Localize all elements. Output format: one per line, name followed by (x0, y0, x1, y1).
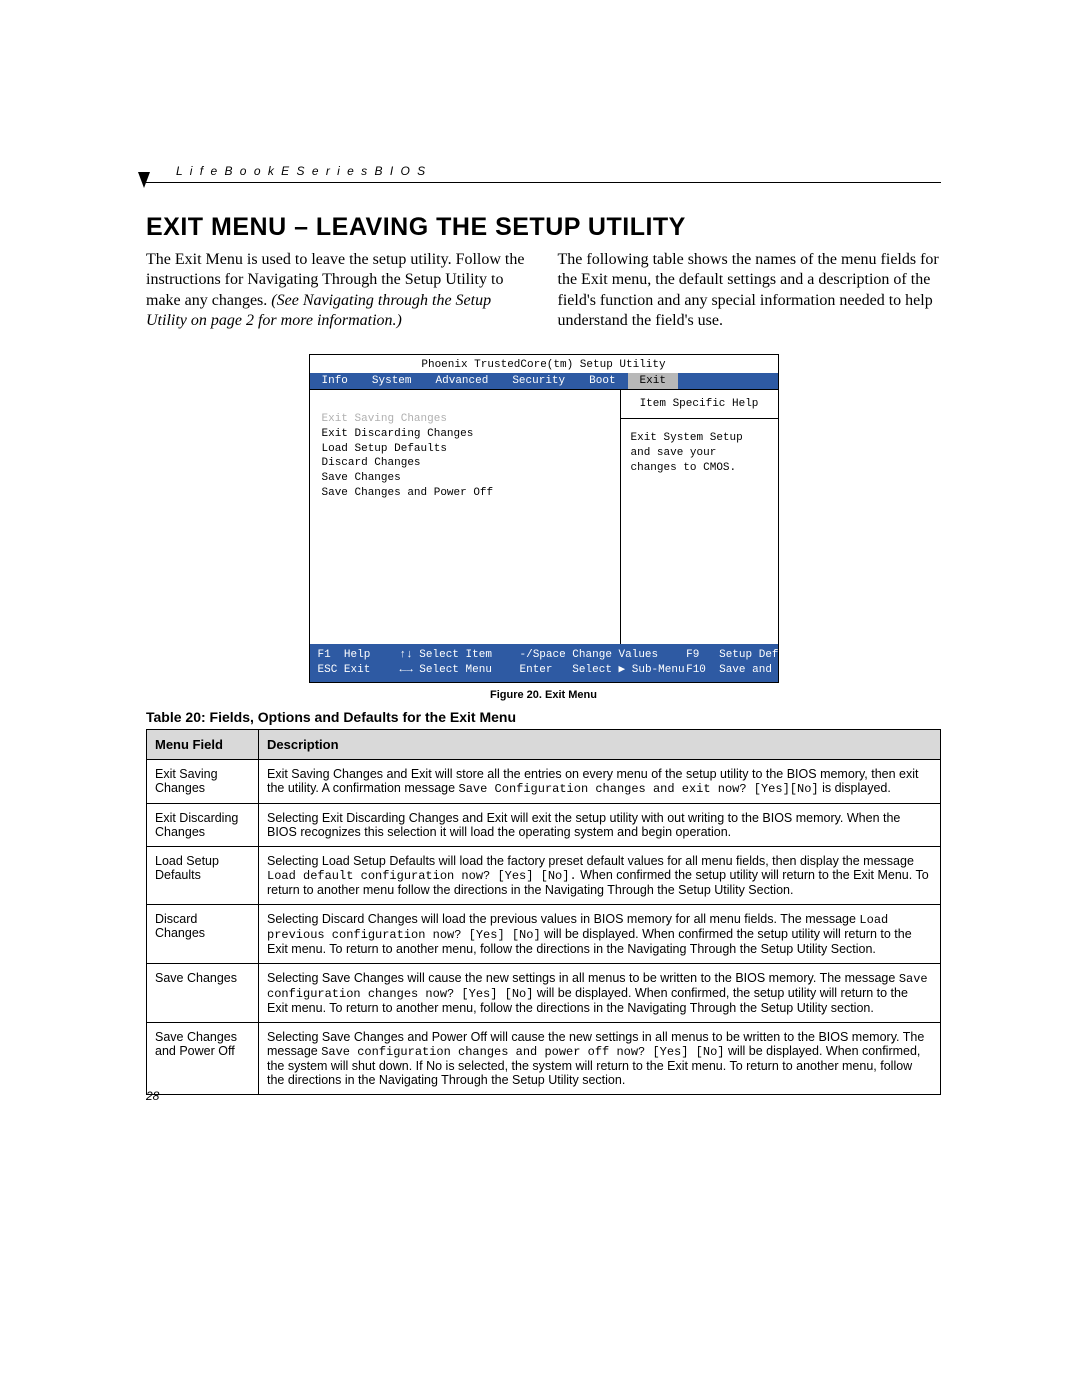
bios-help-title: Item Specific Help (621, 390, 778, 419)
figure-caption: Figure 20. Exit Menu (309, 689, 779, 701)
bios-tab-exit: Exit (628, 373, 678, 389)
options-table: Menu Field Description Exit Saving Chang… (146, 729, 941, 1095)
intro-right: The following table shows the names of t… (558, 250, 942, 332)
running-header: L i f e B o o k E S e r i e s B I O S (146, 158, 941, 183)
bios-tab-info: Info (310, 373, 360, 389)
cell-field: Exit Saving Changes (147, 759, 259, 803)
header-tab-shape (138, 172, 150, 188)
bios-tab-boot: Boot (577, 373, 627, 389)
cell-desc: Selecting Discard Changes will load the … (259, 904, 941, 963)
bios-item: Discard Changes (322, 456, 608, 471)
foot-sub: Enter Select ▶ Sub-Menu (520, 663, 680, 678)
cell-field: Load Setup Defaults (147, 846, 259, 904)
cell-field: Discard Changes (147, 904, 259, 963)
page-number: 28 (146, 1089, 159, 1103)
bios-tabs: InfoSystemAdvancedSecurityBootExit (310, 373, 778, 389)
cell-field: Save Changes and Power Off (147, 1022, 259, 1094)
foot-f9: F9 Setup Defaults (680, 648, 812, 663)
bios-tab-system: System (360, 373, 424, 389)
bios-menu-items: Exit Saving ChangesExit Discarding Chang… (310, 390, 621, 644)
foot-f10: F10 Save and Exit (680, 663, 812, 678)
foot-f1: F1 Help (318, 648, 400, 663)
table-row: Save Changes and Power OffSelecting Save… (147, 1022, 941, 1094)
bios-tab-advanced: Advanced (424, 373, 501, 389)
bios-footer: F1 Help ↑↓ Select Item -/Space Change Va… (310, 644, 778, 682)
bios-item: Load Setup Defaults (322, 442, 608, 457)
foot-seli: ↑↓ Select Item (400, 648, 520, 663)
table-row: Discard ChangesSelecting Discard Changes… (147, 904, 941, 963)
bios-screenshot: Phoenix TrustedCore(tm) Setup Utility In… (309, 354, 779, 683)
bios-help-text: Exit System Setup and save your changes … (621, 419, 778, 488)
bios-item: Exit Discarding Changes (322, 427, 608, 442)
th-desc: Description (259, 729, 941, 759)
cell-desc: Exit Saving Changes and Exit will store … (259, 759, 941, 803)
table-row: Save ChangesSelecting Save Changes will … (147, 963, 941, 1022)
bios-item: Exit Saving Changes (322, 412, 608, 427)
table-title: Table 20: Fields, Options and Defaults f… (146, 709, 941, 725)
bios-item: Save Changes and Power Off (322, 486, 608, 501)
section-title: EXIT MENU – LEAVING THE SETUP UTILITY (146, 213, 941, 242)
cell-desc: Selecting Save Changes will cause the ne… (259, 963, 941, 1022)
cell-field: Save Changes (147, 963, 259, 1022)
table-row: Load Setup DefaultsSelecting Load Setup … (147, 846, 941, 904)
cell-desc: Selecting Load Setup Defaults will load … (259, 846, 941, 904)
foot-selm: ←→ Select Menu (400, 663, 520, 678)
bios-title: Phoenix TrustedCore(tm) Setup Utility (310, 355, 778, 373)
foot-esc: ESC Exit (318, 663, 400, 678)
intro-columns: The Exit Menu is used to leave the setup… (146, 250, 941, 332)
bios-tab-security: Security (500, 373, 577, 389)
foot-chg: -/Space Change Values (520, 648, 680, 663)
cell-desc: Selecting Save Changes and Power Off wil… (259, 1022, 941, 1094)
th-field: Menu Field (147, 729, 259, 759)
cell-desc: Selecting Exit Discarding Changes and Ex… (259, 803, 941, 846)
cell-field: Exit Discarding Changes (147, 803, 259, 846)
bios-item: Save Changes (322, 471, 608, 486)
table-row: Exit Discarding ChangesSelecting Exit Di… (147, 803, 941, 846)
table-row: Exit Saving ChangesExit Saving Changes a… (147, 759, 941, 803)
